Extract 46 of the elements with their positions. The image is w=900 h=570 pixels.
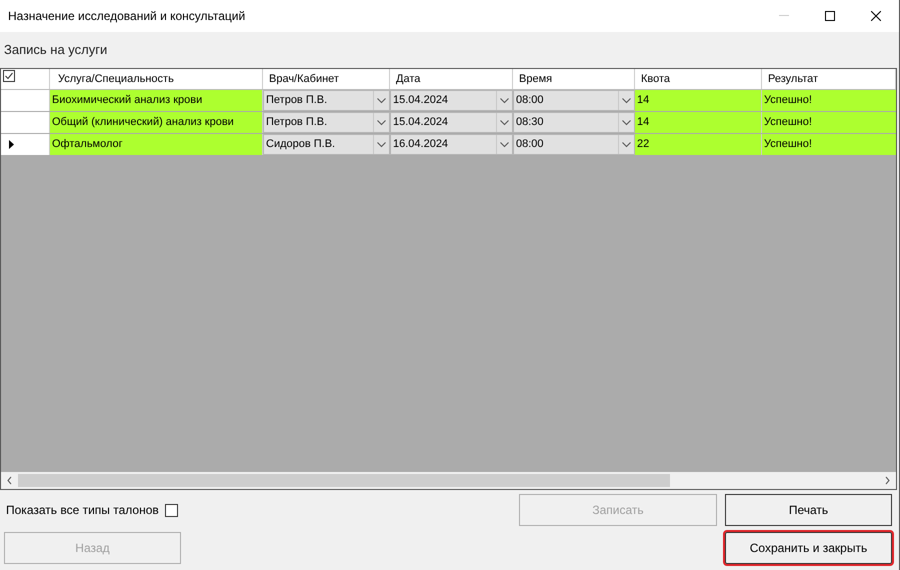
- checkbox[interactable]: [164, 504, 178, 516]
- dropdown-field[interactable]: 15.04.2024: [390, 90, 513, 111]
- dropdown-field[interactable]: 08:30: [513, 112, 635, 133]
- table-cell: Успешно!: [762, 112, 896, 133]
- close-icon[interactable]: [871, 11, 881, 21]
- chevron-down-icon: [500, 98, 509, 104]
- dropdown-field[interactable]: Петров П.В.: [263, 90, 390, 111]
- chevron-down-icon: [622, 142, 631, 148]
- checkbox-label: Показать все типы талонов: [6, 502, 159, 519]
- column-header[interactable]: Время: [513, 69, 635, 89]
- dropdown-field[interactable]: 08:00: [513, 90, 635, 111]
- table-cell: Офтальмолог: [50, 134, 263, 155]
- chevron-down-icon: [377, 98, 386, 104]
- chevron-down-icon: [622, 98, 631, 104]
- window-title: Назначение исследований и консультаций: [8, 8, 246, 25]
- table-cell: 14: [635, 112, 762, 133]
- dropdown-field[interactable]: Петров П.В.: [263, 112, 390, 133]
- current-row-icon: [9, 140, 14, 149]
- table-cell: Успешно!: [762, 90, 896, 111]
- button[interactable]: Сохранить и закрыть: [725, 532, 892, 564]
- table-cell: Биохимический анализ крови: [50, 90, 263, 111]
- dropdown-field[interactable]: Сидоров П.В.: [263, 134, 390, 155]
- table-cell: 14: [635, 90, 762, 111]
- maximize-icon[interactable]: [825, 11, 835, 21]
- dropdown-field[interactable]: 08:00: [513, 134, 635, 155]
- column-header[interactable]: Услуга/Специальность: [50, 69, 263, 89]
- table-cell: Успешно!: [762, 134, 896, 155]
- chevron-down-icon: [500, 142, 509, 148]
- table-cell: Общий (клинический) анализ крови: [50, 112, 263, 133]
- button[interactable]: Печать: [725, 494, 892, 526]
- horizontal-scrollbar[interactable]: [1, 472, 896, 489]
- checkbox[interactable]: [3, 70, 15, 82]
- chevron-down-icon: [622, 120, 631, 126]
- chevron-down-icon: [377, 142, 386, 148]
- section-label: Запись на услуги: [4, 41, 108, 60]
- table-cell: 22: [635, 134, 762, 155]
- dropdown-field[interactable]: 15.04.2024: [390, 112, 513, 133]
- column-header[interactable]: Результат: [762, 69, 896, 89]
- dropdown-field[interactable]: 16.04.2024: [390, 134, 513, 155]
- chevron-down-icon: [377, 120, 386, 126]
- row-header[interactable]: [1, 134, 50, 155]
- column-header[interactable]: Дата: [390, 69, 513, 89]
- scrollbar-thumb[interactable]: [18, 474, 670, 487]
- chevron-down-icon: [500, 120, 509, 126]
- column-header[interactable]: Квота: [635, 69, 762, 89]
- column-header[interactable]: Врач/Кабинет: [263, 69, 390, 89]
